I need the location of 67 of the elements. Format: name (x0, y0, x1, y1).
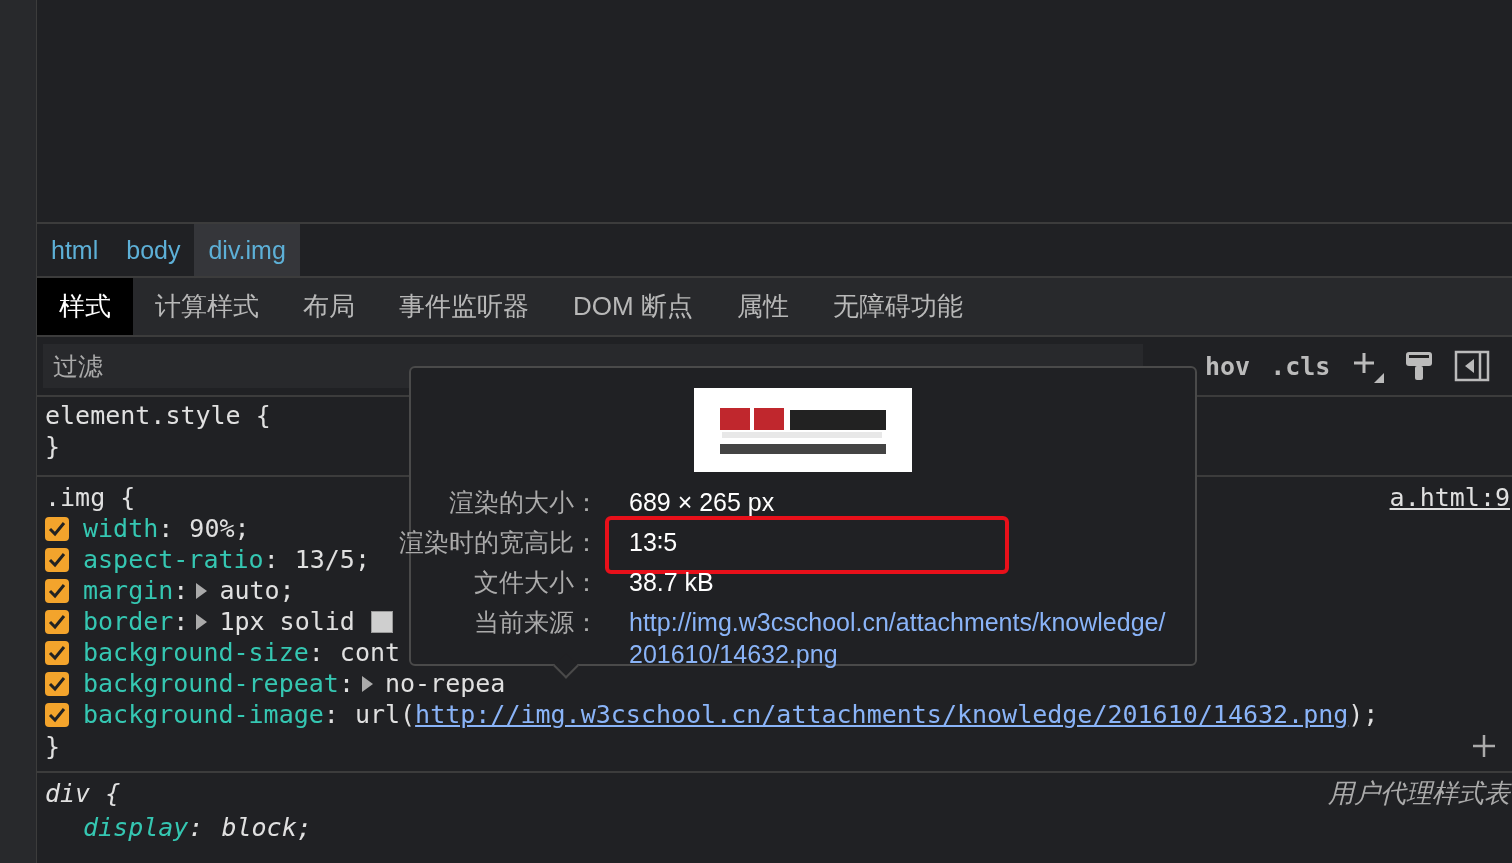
tab[interactable]: 无障碍功能 (810, 278, 985, 335)
property-value[interactable]: auto; (219, 576, 295, 605)
info-label: 当前来源： (473, 607, 599, 638)
property-value[interactable]: no-repea (384, 669, 506, 698)
selector-text: .img { (45, 482, 136, 512)
property-value[interactable]: 1px solid (219, 607, 355, 636)
closing-brace: } (45, 432, 62, 461)
punctuation-text: ); (1348, 700, 1379, 729)
property-name[interactable]: aspect-ratio (83, 545, 264, 574)
info-label: 渲染的大小： (448, 487, 599, 518)
checkbox[interactable] (45, 609, 69, 634)
tab[interactable]: DOM 断点 (551, 278, 715, 335)
breadcrumb-item[interactable]: div.img (194, 224, 300, 276)
info-label: 文件大小： (473, 567, 599, 598)
property-value[interactable]: cont (339, 638, 401, 667)
selector-text: div { (45, 778, 121, 808)
property-name[interactable]: background-size (83, 638, 309, 667)
property-name[interactable]: background-image (83, 700, 324, 729)
color-swatch[interactable] (370, 610, 393, 633)
property-name[interactable]: margin (83, 576, 174, 605)
checkbox[interactable] (45, 640, 69, 665)
expand-arrow-icon[interactable] (361, 675, 373, 692)
breadcrumb-item[interactable]: html (37, 224, 113, 276)
checkbox[interactable] (45, 702, 69, 727)
colon-text: : (263, 545, 279, 574)
colon-text: : (308, 638, 324, 667)
info-label: 渲染时的宽高比： (399, 527, 599, 558)
hov-button[interactable]: hov (1205, 351, 1251, 381)
colon-text: : (173, 576, 189, 605)
tab[interactable]: 事件监听器 (377, 278, 551, 335)
add-icon[interactable] (1472, 734, 1496, 758)
property-name[interactable]: background-repeat (83, 669, 339, 698)
property-name[interactable]: width (83, 514, 159, 543)
source-link[interactable]: a.html:9 (1389, 482, 1510, 512)
colon-text: : (188, 812, 204, 842)
closing-brace: } (45, 731, 61, 761)
info-value: 689 × 265 px (629, 488, 775, 516)
property-name: display (83, 812, 189, 842)
expand-arrow-icon[interactable] (196, 582, 208, 599)
expand-arrow-icon[interactable] (196, 613, 208, 630)
paint-brush-icon[interactable] (1404, 350, 1435, 382)
user-agent-label: 用户代理样式表 (1328, 776, 1510, 810)
source-url-link[interactable]: http://img.w3cschool.cn/attachments/knowledge/201610/14632.png (629, 606, 1169, 670)
cls-button[interactable]: .cls (1270, 351, 1331, 381)
property-value[interactable]: 13/5; (294, 545, 370, 574)
tab[interactable]: 属性 (714, 278, 811, 335)
sidebar-toggle-icon[interactable] (1454, 350, 1491, 382)
info-value: 38.7 kB (629, 568, 714, 596)
property-value: block; (221, 812, 312, 842)
url-link[interactable]: http://img.w3cschool.cn/attachments/knowledge/201610/14632.png (415, 700, 1349, 729)
colon-text: : (323, 700, 339, 729)
info-value: 13∶5 (629, 528, 678, 556)
colon-text: : (338, 669, 354, 698)
checkbox[interactable] (45, 578, 69, 603)
property-name[interactable]: border (83, 607, 174, 636)
breadcrumb-item[interactable]: body (112, 224, 195, 276)
colon-text: : (158, 514, 174, 543)
selector-text: element.style { (45, 401, 272, 430)
colon-text: : (173, 607, 189, 636)
checkbox[interactable] (45, 516, 69, 541)
property-value[interactable]: url( (354, 700, 416, 729)
tab[interactable]: 样式 (37, 278, 133, 335)
tab[interactable]: 计算样式 (133, 278, 281, 335)
property-value[interactable]: 90%; (189, 514, 250, 543)
tab[interactable]: 布局 (281, 278, 377, 335)
checkbox[interactable] (45, 547, 69, 572)
checkbox[interactable] (45, 671, 69, 696)
